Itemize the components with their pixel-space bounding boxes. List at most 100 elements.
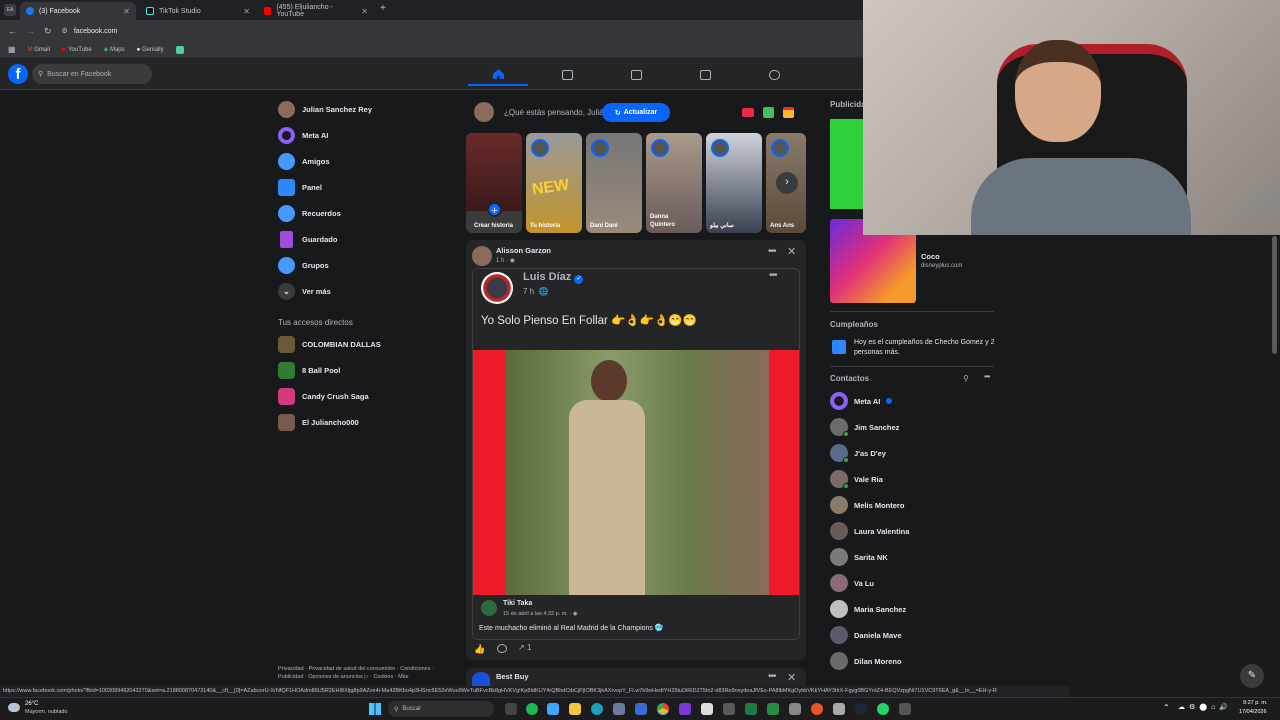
new-message-button[interactable]: ✎ — [1240, 664, 1264, 688]
tab-youtube[interactable]: (455) Eljuliancho - YouTube ✕ — [258, 2, 374, 20]
more-options-icon[interactable]: ••• — [768, 246, 776, 257]
bookmark-youtube[interactable]: ▶ YouTube — [62, 46, 92, 53]
post-author[interactable]: Alisson Garzon — [496, 246, 551, 255]
edge-icon[interactable] — [591, 703, 603, 715]
shared-author[interactable]: Luis Díaz ✓ — [523, 271, 584, 284]
post-image[interactable] — [473, 350, 799, 595]
apps-icon[interactable]: ▦ — [8, 45, 16, 54]
start-icon[interactable] — [369, 703, 381, 715]
close-icon[interactable]: ✕ — [787, 245, 796, 258]
task-view-icon[interactable] — [505, 703, 517, 715]
nav-video[interactable] — [537, 64, 597, 86]
tray-icons[interactable]: ☁⚙⬤⌂🔊 — [1178, 703, 1232, 711]
more-options-icon[interactable]: ••• — [769, 270, 777, 281]
event-icon[interactable] — [783, 107, 794, 118]
whatsapp-icon[interactable] — [877, 703, 889, 715]
contact-item[interactable]: Vale Ria — [830, 469, 883, 489]
nav-groups[interactable] — [675, 64, 735, 86]
more-options-icon[interactable]: ••• — [768, 671, 776, 682]
sidebar-item-friends[interactable]: Amigos — [278, 151, 330, 171]
photo-icon[interactable] — [763, 107, 774, 118]
contact-item[interactable]: Va Lu — [830, 573, 874, 593]
comment-icon[interactable] — [497, 644, 507, 653]
site-info-icon[interactable]: ⚙ — [62, 27, 68, 35]
footer-links[interactable]: Privacidad · Privacidad de salud del con… — [278, 665, 448, 685]
sidebar-item-memories[interactable]: Recuerdos — [278, 203, 341, 223]
back-icon[interactable]: ← — [8, 26, 17, 36]
birthday-text[interactable]: Hoy es el cumpleaños de Checho Gomez y 2… — [854, 338, 996, 358]
new-tab-button[interactable]: + — [380, 3, 386, 14]
sidebar-item-see-more[interactable]: ⌄ Ver más — [278, 281, 331, 301]
avatar[interactable] — [472, 672, 490, 686]
app-icon[interactable] — [899, 703, 911, 715]
tab-tiktok[interactable]: TikTok Studio ✕ — [140, 2, 256, 20]
story-item[interactable]: NEW Tu historia — [526, 133, 582, 233]
search-contacts-icon[interactable]: ⚲ — [963, 374, 969, 383]
close-tab-icon[interactable]: ✕ — [243, 7, 250, 16]
contact-item[interactable]: Sarita NK — [830, 547, 888, 567]
app-icon[interactable] — [613, 703, 625, 715]
composer-input[interactable]: ¿Qué estás pensando, Julián? — [504, 108, 614, 119]
more-options-icon[interactable]: ••• — [984, 372, 990, 381]
clock-date[interactable]: 17/04/2026 — [1239, 709, 1267, 715]
contact-item[interactable]: Dilan Moreno — [830, 651, 902, 671]
app-icon[interactable] — [679, 703, 691, 715]
chrome-icon[interactable] — [657, 703, 669, 715]
story-item[interactable]: Dani Dani — [586, 133, 642, 233]
app-icon[interactable] — [635, 703, 647, 715]
like-icon[interactable]: 👍 — [474, 644, 485, 655]
sidebar-item-dashboard[interactable]: Panel — [278, 177, 322, 197]
close-tab-icon[interactable]: ✕ — [361, 7, 368, 16]
avatar[interactable] — [472, 246, 492, 266]
taskbar-search[interactable]: ⚲ Buscar — [388, 701, 494, 717]
steam-icon[interactable] — [855, 703, 867, 715]
app-icon[interactable] — [701, 703, 713, 715]
live-video-icon[interactable] — [742, 108, 754, 117]
copilot-icon[interactable] — [547, 703, 559, 715]
bookmark-gmail[interactable]: M Gmail — [28, 47, 50, 53]
contact-item[interactable]: Daniela Mave — [830, 625, 902, 645]
avatar[interactable] — [481, 272, 513, 304]
ad-image-top[interactable] — [830, 119, 863, 209]
search-input[interactable]: ⚲ Buscar en Facebook — [32, 64, 152, 84]
contact-item[interactable]: Laura Valentina — [830, 521, 909, 541]
share-button[interactable]: ↗ 1 — [518, 643, 531, 652]
nav-marketplace[interactable] — [606, 64, 666, 86]
facebook-logo[interactable]: f — [8, 64, 28, 84]
nav-gaming[interactable] — [744, 64, 804, 86]
app-icon[interactable] — [723, 703, 735, 715]
sidebar-item-groups[interactable]: Grupos — [278, 255, 329, 275]
app-icon[interactable] — [811, 703, 823, 715]
weather-temp[interactable]: 26°C — [25, 701, 38, 707]
source-name[interactable]: Tiki Taka — [503, 600, 532, 607]
story-item[interactable]: Danna Quintero — [646, 133, 702, 233]
sidebar-item-saved[interactable]: Guardado — [278, 229, 337, 249]
contact-item[interactable]: Jim Sanchez — [830, 417, 899, 437]
nav-home[interactable] — [468, 64, 528, 86]
shortcut-item[interactable]: 8 Ball Pool — [278, 360, 340, 380]
story-create[interactable]: + Crear historia — [466, 133, 522, 233]
bookmark-maps[interactable]: ◆ Maps — [104, 46, 125, 53]
reload-icon[interactable]: ↻ — [44, 26, 52, 37]
bookmark-genially[interactable]: ● Genially — [137, 47, 164, 53]
contact-item[interactable]: J'as D'ey — [830, 443, 886, 463]
ad-title[interactable]: Coco — [921, 252, 940, 261]
app-icon[interactable] — [789, 703, 801, 715]
app-icon[interactable] — [833, 703, 845, 715]
tray-chevron-icon[interactable]: ⌃ — [1163, 703, 1170, 712]
bookmark-extra[interactable] — [175, 45, 184, 54]
shortcut-item[interactable]: El Juliancho000 — [278, 412, 359, 432]
tab-search-button[interactable]: EA — [4, 4, 16, 16]
spotify-icon[interactable] — [526, 703, 538, 715]
clock-time[interactable]: 9:27 p. m. — [1243, 700, 1267, 706]
close-tab-icon[interactable]: ✕ — [123, 7, 130, 16]
url-field[interactable]: facebook.com — [74, 28, 118, 35]
stories-next-button[interactable]: › — [776, 172, 798, 194]
sidebar-item-meta-ai[interactable]: Meta AI — [278, 125, 328, 145]
post-author[interactable]: Best Buy — [496, 672, 529, 681]
contact-item[interactable]: Maria Sanchez — [830, 599, 906, 619]
forward-icon[interactable]: → — [26, 26, 35, 36]
sidebar-item-profile[interactable]: Julian Sanchez Rey — [278, 99, 372, 119]
page-scrollbar[interactable] — [1272, 236, 1277, 354]
close-icon[interactable]: ✕ — [787, 671, 796, 684]
